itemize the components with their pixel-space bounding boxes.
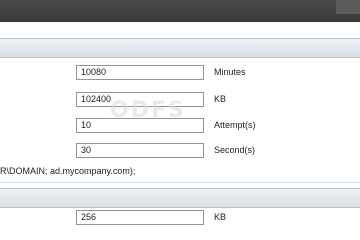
section-divider xyxy=(0,182,360,183)
interval-unit-label: Second(s) xyxy=(214,145,256,155)
section-header-secondary xyxy=(0,188,360,208)
buffer-size-input[interactable]: 256 xyxy=(76,210,204,225)
title-bar-corner xyxy=(336,0,360,14)
settings-page: 10080 Minutes 102400 KB 10 Attempt(s) 30… xyxy=(0,0,360,240)
title-bar xyxy=(0,0,360,22)
timeout-minutes-input[interactable]: 10080 xyxy=(76,65,204,80)
timeout-unit-label: Minutes xyxy=(214,67,246,77)
buffer-size-unit-label: KB xyxy=(214,212,227,222)
size-limit-unit-label: KB xyxy=(214,94,227,104)
interval-seconds-input[interactable]: 30 xyxy=(76,143,204,158)
domain-example-note: R\DOMAIN; ad.mycompany.com); xyxy=(0,166,136,176)
section-header-general xyxy=(0,38,360,58)
watermark-logo: ODFS xyxy=(110,98,186,123)
attempts-unit-label: Attempt(s) xyxy=(214,120,256,130)
